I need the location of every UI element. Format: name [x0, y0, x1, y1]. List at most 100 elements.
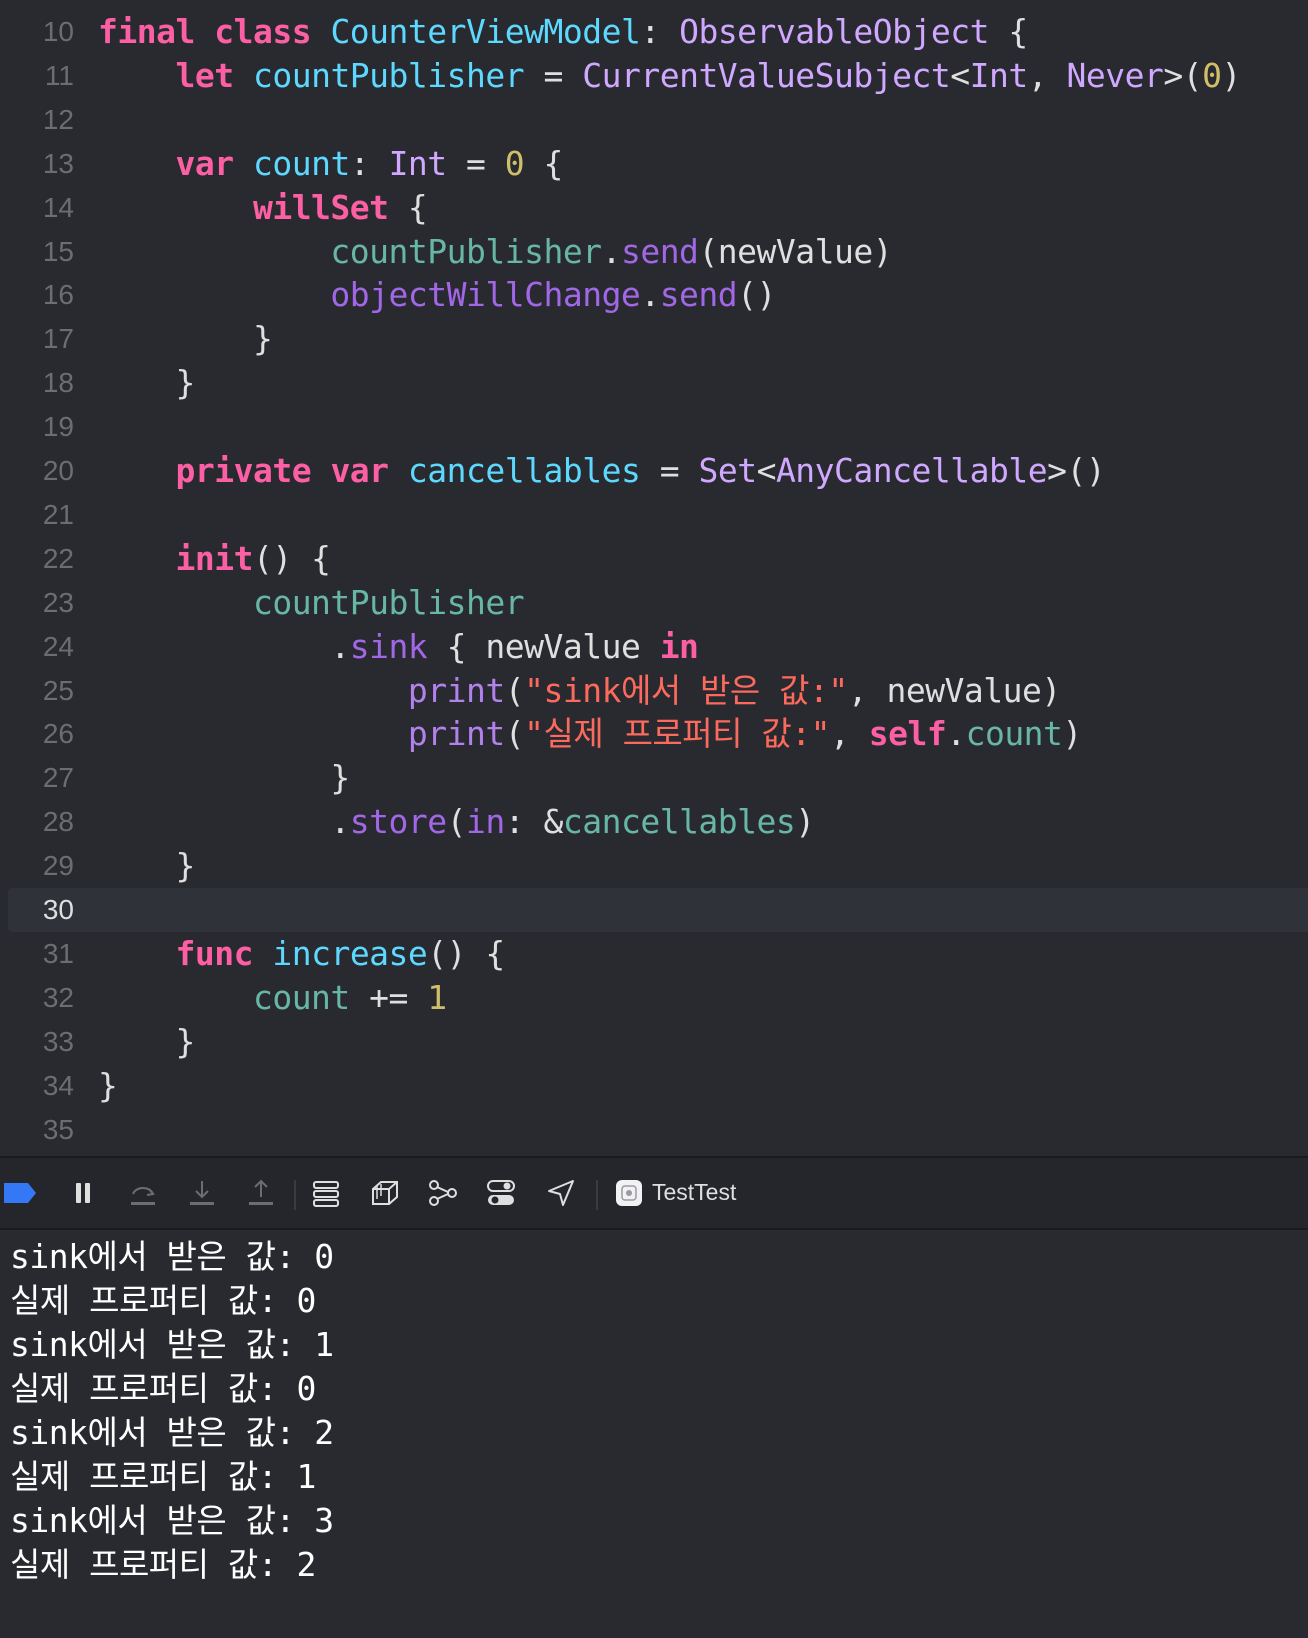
code-line[interactable]: 22 init() {	[0, 537, 1308, 581]
line-number[interactable]: 13	[28, 148, 74, 180]
debug-view-hierarchy-button[interactable]	[307, 1174, 345, 1212]
code-text[interactable]: func increase() {	[98, 932, 505, 976]
pause-button[interactable]	[64, 1174, 102, 1212]
code-line[interactable]: 15 countPublisher.send(newValue)	[0, 230, 1308, 274]
code-text[interactable]: final class CounterViewModel: Observable…	[98, 10, 1028, 54]
code-line[interactable]: 13 var count: Int = 0 {	[0, 142, 1308, 186]
scheme-app-button[interactable]	[610, 1174, 648, 1212]
simulate-location-button[interactable]	[542, 1174, 580, 1212]
code-line[interactable]: 20 private var cancellables = Set<AnyCan…	[0, 449, 1308, 493]
code-token: =	[446, 143, 505, 183]
code-text[interactable]: init() {	[98, 537, 330, 581]
code-line[interactable]: 27 }	[0, 756, 1308, 800]
line-number[interactable]: 12	[28, 104, 74, 136]
line-number[interactable]: 14	[28, 192, 74, 224]
code-line[interactable]: 28 .store(in: &cancellables)	[0, 800, 1308, 844]
line-number[interactable]: 15	[28, 236, 74, 268]
code-line[interactable]: 31 func increase() {	[0, 932, 1308, 976]
code-line[interactable]: 34}	[0, 1064, 1308, 1108]
code-line[interactable]: 21	[0, 493, 1308, 537]
code-token: .	[98, 626, 350, 666]
step-into-button[interactable]	[183, 1174, 221, 1212]
code-line[interactable]: 19	[0, 405, 1308, 449]
line-number[interactable]: 34	[28, 1070, 74, 1102]
line-number[interactable]: 25	[28, 675, 74, 707]
line-number[interactable]: 35	[28, 1114, 74, 1146]
code-line[interactable]: 14 willSet {	[0, 186, 1308, 230]
code-token: : &	[504, 802, 564, 842]
step-out-button[interactable]	[242, 1174, 280, 1212]
code-line[interactable]: 24 .sink { newValue in	[0, 625, 1308, 669]
code-line[interactable]: 10 final class CounterViewModel: Observab…	[0, 10, 1308, 54]
console-output[interactable]: sink에서 받은 값: 0 실제 프로퍼티 값: 0 sink에서 받은 값: 1…	[0, 1230, 1308, 1638]
line-number[interactable]: 24	[28, 631, 74, 663]
line-number[interactable]: 27	[28, 762, 74, 794]
memory-graph-nodes-button[interactable]	[424, 1174, 462, 1212]
code-line[interactable]: 23 countPublisher	[0, 581, 1308, 625]
line-number[interactable]: 16	[28, 279, 74, 311]
scheme-name[interactable]: TestTest	[652, 1179, 736, 1206]
line-number[interactable]: 17	[28, 323, 74, 355]
code-text[interactable]: countPublisher	[98, 581, 525, 625]
code-text[interactable]: willSet {	[98, 186, 428, 230]
line-number[interactable]: 28	[28, 806, 74, 838]
line-number[interactable]: 30	[28, 894, 74, 926]
code-text[interactable]: }	[98, 1064, 118, 1108]
code-text[interactable]: countPublisher.send(newValue)	[98, 230, 892, 274]
code-line[interactable]: 18 }	[0, 361, 1308, 405]
source-editor[interactable]: 10 final class CounterViewModel: Observab…	[0, 0, 1308, 1156]
code-text[interactable]: var count: Int = 0 {	[98, 142, 563, 186]
code-text[interactable]: .store(in: &cancellables)	[98, 800, 815, 844]
line-number[interactable]: 26	[28, 718, 74, 750]
code-line[interactable]: 26 print("실제 프로퍼티 값:", self.count)	[0, 712, 1308, 756]
code-line[interactable]: 17 }	[0, 317, 1308, 361]
code-text[interactable]: .sink { newValue in	[98, 625, 699, 669]
toolbar-separator	[294, 1180, 296, 1210]
code-text[interactable]: }	[98, 756, 350, 800]
code-line[interactable]: 33 }	[0, 1020, 1308, 1064]
line-number[interactable]: 33	[28, 1026, 74, 1058]
code-token: .	[601, 231, 622, 271]
code-token: print	[407, 714, 505, 754]
code-line[interactable]: 12	[0, 98, 1308, 142]
code-text[interactable]: print("실제 프로퍼티 값:", self.count)	[98, 712, 1082, 756]
code-text[interactable]: let countPublisher = CurrentValueSubject…	[98, 54, 1241, 98]
code-text[interactable]: }	[98, 361, 195, 405]
console-line: 실제 프로퍼티 값: 2	[10, 1545, 316, 1584]
code-token: ()	[737, 275, 776, 315]
line-number[interactable]: 32	[28, 982, 74, 1014]
line-number[interactable]: 22	[28, 543, 74, 575]
line-number[interactable]: 11	[28, 60, 74, 92]
code-line[interactable]: 11 let countPublisher = CurrentValueSubj…	[0, 54, 1308, 98]
code-line[interactable]: 35	[0, 1108, 1308, 1152]
code-text[interactable]: count += 1	[98, 976, 447, 1020]
code-line[interactable]: 30	[8, 888, 1308, 932]
breakpoints-toggle-button[interactable]	[0, 1174, 38, 1212]
code-line[interactable]: 16 objectWillChange.send()	[0, 273, 1308, 317]
line-number[interactable]: 19	[28, 411, 74, 443]
line-number[interactable]: 10	[28, 16, 74, 48]
line-number[interactable]: 18	[28, 367, 74, 399]
code-token: =	[640, 451, 699, 490]
code-line[interactable]: 29 }	[0, 844, 1308, 888]
step-over-button[interactable]	[124, 1174, 162, 1212]
code-text[interactable]: }	[98, 844, 195, 888]
code-text[interactable]: objectWillChange.send()	[98, 273, 776, 317]
code-text[interactable]: }	[98, 317, 273, 361]
line-number[interactable]: 20	[28, 455, 74, 487]
code-text[interactable]: private var cancellables = Set<AnyCancel…	[98, 449, 1105, 493]
code-line[interactable]: 32 count += 1	[0, 976, 1308, 1020]
code-text[interactable]: }	[98, 1020, 195, 1064]
line-number[interactable]: 23	[28, 587, 74, 619]
line-number[interactable]: 29	[28, 850, 74, 882]
line-number[interactable]: 31	[28, 938, 74, 970]
line-number[interactable]: 21	[28, 499, 74, 531]
memory-graph-button[interactable]	[366, 1174, 404, 1212]
code-text[interactable]: print("sink에서 받은 값:", newValue)	[98, 669, 1061, 713]
environment-overrides-button[interactable]	[482, 1174, 520, 1212]
code-line[interactable]: 25 print("sink에서 받은 값:", newValue)	[0, 669, 1308, 713]
code-token: count	[252, 977, 350, 1017]
